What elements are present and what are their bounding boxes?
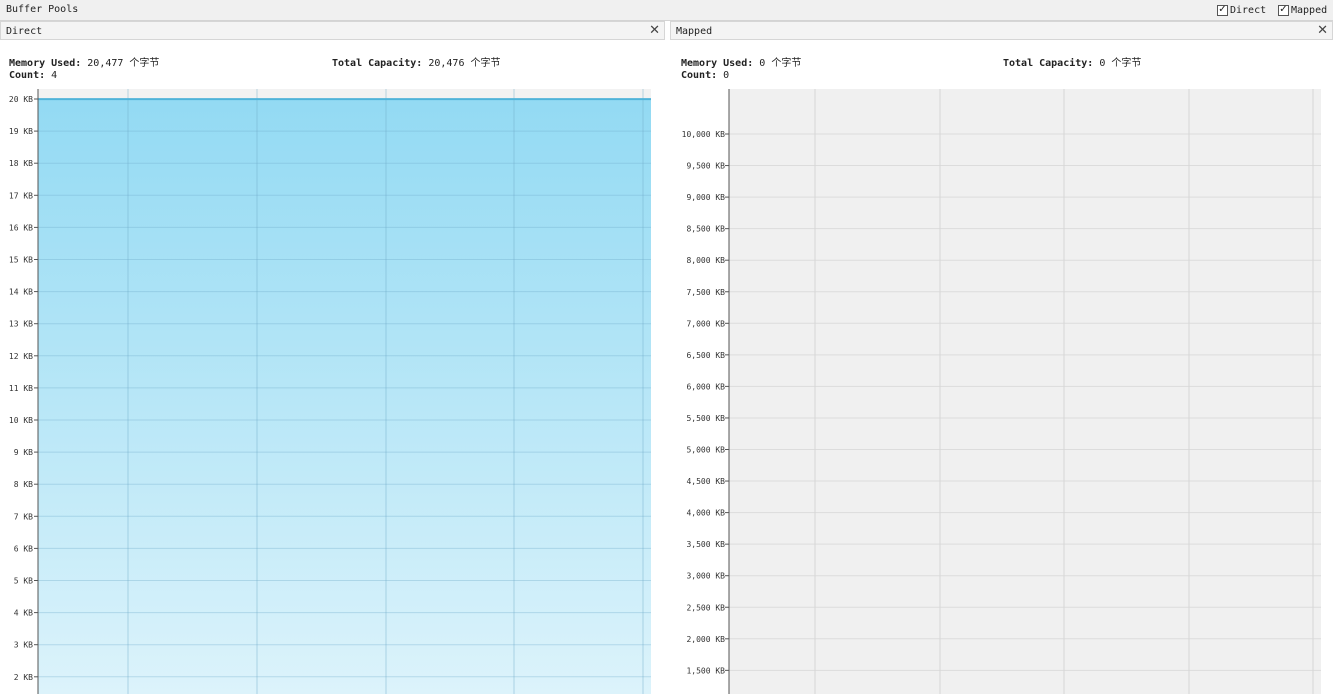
memory-used-value: 0 个字节 [759,58,802,69]
mapped-panel: Mapped ✕ Memory Used: 0 个字节 Total Capaci… [670,21,1333,694]
mapped-chart: 10,000 KB 9,500 KB 9,000 KB 8,500 KB 8,000 K… [670,89,1333,694]
memory-used-value: 20,477 个字节 [87,58,160,69]
total-capacity-label: Total Capacity: [1003,58,1094,69]
total-capacity-stat: Total Capacity: 20,476 个字节 [332,54,501,69]
mapped-area-chart: 10,000 KB 9,500 KB 9,000 KB 8,500 KB 8,000 K… [682,89,1321,694]
checkbox-checked-icon[interactable]: ✓ [1278,4,1289,16]
count-value: 4 [51,70,58,81]
y-tick-label: 14 KB [9,288,33,297]
count-stat: Count: 0 [681,70,729,81]
y-tick-label: 2,500 KB [686,603,725,612]
memory-used-stat: Memory Used: 0 个字节 [681,54,801,69]
y-tick-label: 5,500 KB [686,414,725,423]
y-tick-label: 6 KB [14,544,33,553]
series-area [38,99,651,694]
y-tick-label: 6,000 KB [686,382,725,391]
y-tick-label: 9,000 KB [686,193,725,202]
y-tick-label: 4 KB [14,609,33,618]
y-tick-label: 18 KB [9,159,33,168]
y-tick-label: 19 KB [9,127,33,136]
y-tick-label: 2 KB [14,673,33,682]
y-tick-label: 8,500 KB [686,225,725,234]
mapped-checkbox-label: Mapped [1291,4,1328,16]
y-tick-label: 7,500 KB [686,288,725,297]
y-tick-label: 20 KB [9,95,33,104]
y-tick-label: 4,500 KB [686,477,725,486]
direct-panel: Direct ✕ Memory Used: 20,477 个字节 Total C… [0,21,665,694]
total-capacity-label: Total Capacity: [332,58,423,69]
memory-used-label: Memory Used: [9,58,82,69]
checkbox-checked-icon[interactable]: ✓ [1217,4,1228,16]
window-title: Buffer Pools [6,4,79,15]
memory-used-label: Memory Used: [681,58,754,69]
count-stat: Count: 4 [9,70,57,81]
y-tick-label: 6,500 KB [686,351,725,360]
toolbar: Buffer Pools ✓ Direct ✓ Mapped [0,0,1333,21]
count-value: 0 [723,70,730,81]
y-tick-label: 8,000 KB [686,256,725,265]
y-tick-label: 4,000 KB [686,509,725,518]
close-icon[interactable]: ✕ [1317,23,1328,38]
direct-checkbox-label: Direct [1230,4,1267,16]
y-tick-label: 10 KB [9,416,33,425]
y-tick-label: 5 KB [14,577,33,586]
total-capacity-value: 0 个字节 [1099,58,1142,69]
direct-area-chart: 20 KB 19 KB 18 KB 17 KB 16 KB 15 KB 14 KB 13 KB… [9,89,651,694]
y-tick-label: 11 KB [9,384,33,393]
count-label: Count: [681,70,718,81]
total-capacity-stat: Total Capacity: 0 个字节 [1003,54,1141,69]
close-icon[interactable]: ✕ [649,23,660,38]
y-tick-label: 10,000 KB [682,130,726,139]
y-tick-label: 3 KB [14,641,33,650]
y-tick-label: 7,000 KB [686,319,725,328]
y-tick-label: 3,000 KB [686,572,725,581]
y-tick-label: 8 KB [14,480,33,489]
y-tick-label: 15 KB [9,256,33,265]
y-tick-label: 12 KB [9,352,33,361]
y-tick-label: 16 KB [9,223,33,232]
y-tick-label: 9,500 KB [686,162,725,171]
y-tick-label: 5,000 KB [686,446,725,455]
direct-chart: 20 KB 19 KB 18 KB 17 KB 16 KB 15 KB 14 KB 13 KB… [0,89,665,694]
y-tick-label: 17 KB [9,191,33,200]
y-tick-label: 1,500 KB [686,666,725,675]
plot-background [729,89,1321,694]
y-tick-label: 7 KB [14,512,33,521]
y-tick-label: 3,500 KB [686,540,725,549]
panel-title: Mapped [676,26,713,37]
panel-header: Mapped ✕ [670,21,1333,40]
y-tick-label: 9 KB [14,448,33,457]
memory-used-stat: Memory Used: 20,477 个字节 [9,54,159,69]
panel-header: Direct ✕ [0,21,665,40]
total-capacity-value: 20,476 个字节 [428,58,501,69]
panel-title: Direct [6,26,43,37]
count-label: Count: [9,70,46,81]
direct-checkbox[interactable]: ✓ Direct [1217,3,1266,17]
y-tick-label: 13 KB [9,320,33,329]
y-tick-label: 2,000 KB [686,635,725,644]
mapped-checkbox[interactable]: ✓ Mapped [1278,3,1327,17]
